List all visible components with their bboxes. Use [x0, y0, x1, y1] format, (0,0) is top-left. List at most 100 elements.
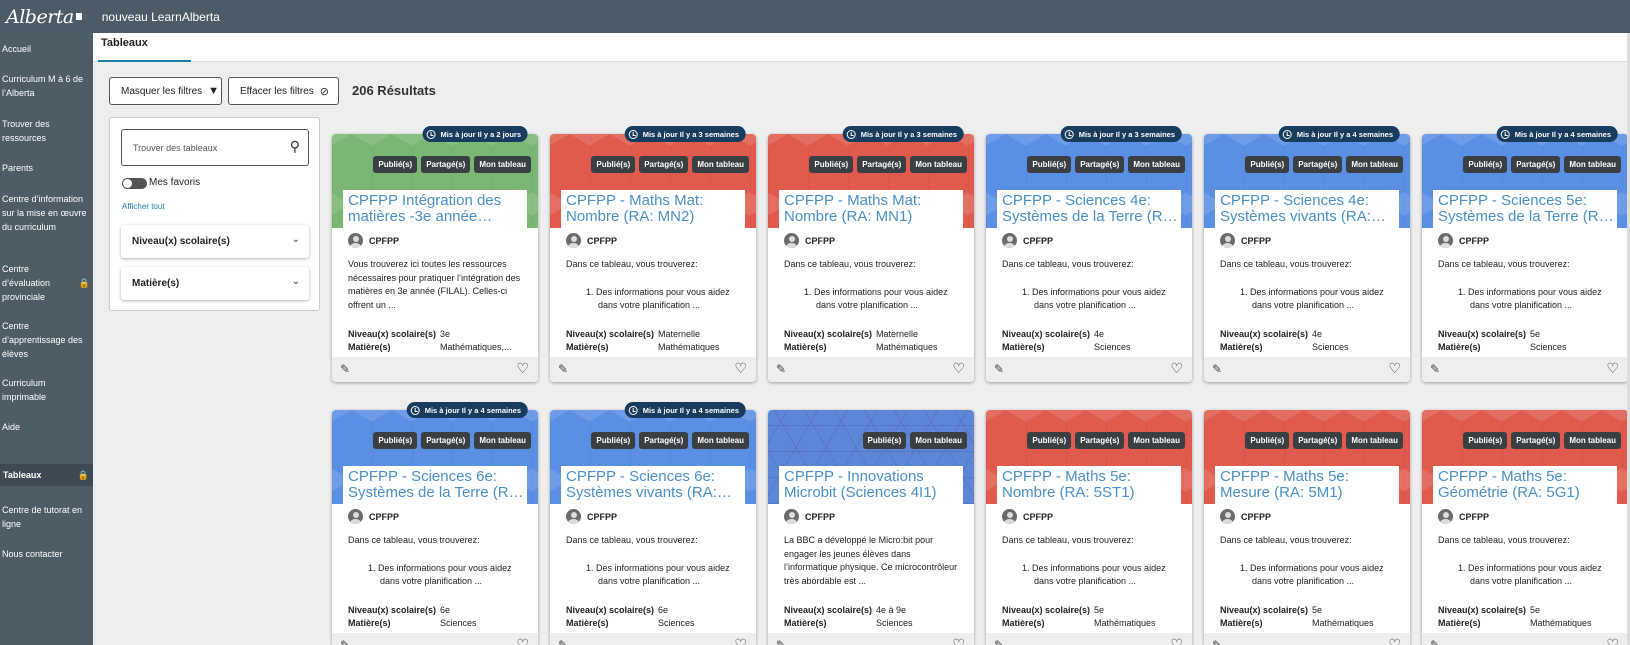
search-input[interactable]: Trouver des tableaux ⚲ [121, 129, 309, 166]
pencil-icon[interactable]: ✎ [558, 638, 568, 645]
card-title-box[interactable]: CPFPP - Maths 5e: Nombre (RA: 5ST1) [997, 466, 1181, 504]
board-card[interactable]: Publié(s) Partagé(s) Mon tableau CPFPP - Ma… [986, 410, 1192, 645]
board-card[interactable]: Publié(s) Partagé(s) Mon tableau CPFPP - Sc… [332, 410, 538, 645]
pencil-icon[interactable]: ✎ [1430, 638, 1440, 645]
card-title-box[interactable]: CPFPP - Maths 5e: Géométrie (RA: 5G1) [1433, 466, 1617, 504]
pencil-icon[interactable]: ✎ [1212, 362, 1222, 376]
card-title[interactable]: CPFPP - Maths 5e: Géométrie (RA: 5G1) [1438, 469, 1617, 501]
show-all-link[interactable]: Afficher tout [122, 202, 165, 211]
my-board-chip: Mon tableau [1346, 432, 1403, 449]
board-card[interactable]: Publié(s) Mon tableau CPFPP - Innovations … [768, 410, 974, 645]
shared-chip: Partagé(s) [421, 156, 471, 173]
card-title[interactable]: CPFPP Intégration des matières -3e année… [348, 193, 527, 225]
description-text: Dans ce tableau, vous trouverez: [566, 535, 698, 545]
card-title-box[interactable]: CPFPP - Innovations Microbit (Sciences 4… [779, 466, 963, 504]
sidebar-item-accueil[interactable]: Accueil [2, 42, 90, 56]
card-title[interactable]: CPFPP - Maths 5e: Mesure (RA: 5M1) [1220, 469, 1399, 501]
card-meta: Niveau(x) scolaire(s) 4e à 9e Matière(s) Sc… [784, 604, 913, 630]
pencil-icon[interactable]: ✎ [340, 362, 350, 376]
sidebar-item-tutorat[interactable]: Centre de tutorat en ligne [2, 503, 90, 531]
subject-value: Mathématiques [1530, 618, 1592, 628]
hide-filters-button[interactable]: Masquer les filtres ▼ [109, 77, 222, 105]
favorites-toggle[interactable] [122, 178, 147, 189]
board-card[interactable]: Publié(s) Partagé(s) Mon tableau CPFPP - Ma… [550, 134, 756, 382]
card-title-box[interactable]: CPFPP - Maths 5e: Mesure (RA: 5M1) [1215, 466, 1399, 504]
card-title[interactable]: CPFPP - Sciences 6e: Systèmes vivants (R… [566, 469, 745, 501]
logo-mark-icon [75, 13, 82, 20]
heart-outline-icon[interactable]: ♡ [952, 636, 965, 645]
heart-outline-icon[interactable]: ♡ [1170, 636, 1183, 645]
sidebar-item-apprentissage[interactable]: Centre d’apprentissage des élèves [2, 319, 90, 361]
board-card[interactable]: Publié(s) Partagé(s) Mon tableau CPFPP - Ma… [1422, 410, 1628, 645]
board-card[interactable]: Publié(s) Partagé(s) Mon tableau CPFPP Inté… [332, 134, 538, 382]
card-title[interactable]: CPFPP - Sciences 4e: Systèmes de la Terr… [1002, 193, 1181, 225]
card-title-box[interactable]: CPFPP - Maths Mat: Nombre (RA: MN2) [561, 190, 745, 228]
heart-outline-icon[interactable]: ♡ [734, 360, 747, 377]
board-card[interactable]: Publié(s) Partagé(s) Mon tableau CPFPP - Ma… [1204, 410, 1410, 645]
heart-outline-icon[interactable]: ♡ [516, 360, 529, 377]
heart-outline-icon[interactable]: ♡ [1606, 636, 1619, 645]
sidebar-item-centre-information[interactable]: Centre d’information sur la mise en œuvr… [2, 192, 90, 234]
subject-value: Sciences [1312, 342, 1349, 352]
board-card[interactable]: Publié(s) Partagé(s) Mon tableau CPFPP - Sc… [986, 134, 1192, 382]
grade-dropdown[interactable]: Niveau(x) scolaire(s) ⌄ [121, 225, 309, 258]
alberta-logo[interactable]: Alberta [6, 6, 74, 28]
card-title[interactable]: CPFPP - Sciences 5e: Systèmes de la Terr… [1438, 193, 1617, 225]
board-card[interactable]: Publié(s) Partagé(s) Mon tableau CPFPP - Ma… [768, 134, 974, 382]
card-title-box[interactable]: CPFPP - Sciences 4e: Systèmes de la Terr… [997, 190, 1181, 228]
pencil-icon[interactable]: ✎ [558, 362, 568, 376]
card-title[interactable]: CPFPP - Maths 5e: Nombre (RA: 5ST1) [1002, 469, 1181, 501]
card-title-box[interactable]: CPFPP Intégration des matières -3e année… [343, 190, 527, 228]
board-card[interactable]: Publié(s) Partagé(s) Mon tableau CPFPP - Sc… [1204, 134, 1410, 382]
heart-outline-icon[interactable]: ♡ [1606, 360, 1619, 377]
sidebar-item-aide[interactable]: Aide [2, 420, 90, 434]
pencil-icon[interactable]: ✎ [776, 638, 786, 645]
heart-outline-icon[interactable]: ♡ [952, 360, 965, 377]
card-title[interactable]: CPFPP - Maths Mat: Nombre (RA: MN1) [784, 193, 963, 225]
pencil-icon[interactable]: ✎ [776, 362, 786, 376]
pencil-icon[interactable]: ✎ [1212, 638, 1222, 645]
shared-chip: Partagé(s) [1293, 156, 1343, 173]
subject-label: Matière(s) [1438, 342, 1481, 352]
card-title[interactable]: CPFPP - Sciences 4e: Systèmes vivants (R… [1220, 193, 1399, 225]
tab-underline [98, 60, 191, 62]
board-card[interactable]: Publié(s) Partagé(s) Mon tableau CPFPP - Sc… [550, 410, 756, 645]
heart-outline-icon[interactable]: ♡ [516, 636, 529, 645]
subject-dropdown[interactable]: Matière(s) ⌄ [121, 267, 309, 300]
heart-outline-icon[interactable]: ♡ [1388, 360, 1401, 377]
description-text: Vous trouverez ici toutes les ressources… [348, 259, 521, 310]
sidebar-item-curriculum[interactable]: Curriculum M à 6 de l’Alberta [2, 72, 90, 100]
pencil-icon[interactable]: ✎ [994, 638, 1004, 645]
card-title[interactable]: CPFPP - Maths Mat: Nombre (RA: MN2) [566, 193, 745, 225]
card-title-box[interactable]: CPFPP - Maths Mat: Nombre (RA: MN1) [779, 190, 963, 228]
sidebar-item-parents[interactable]: Parents [2, 161, 90, 175]
card-title-box[interactable]: CPFPP - Sciences 4e: Systèmes vivants (R… [1215, 190, 1399, 228]
sidebar-item-imprimable[interactable]: Curriculum imprimable [2, 376, 90, 404]
clear-filters-button[interactable]: Effacer les filtres ⊘ [228, 77, 339, 105]
heart-outline-icon[interactable]: ♡ [1388, 636, 1401, 645]
pencil-icon[interactable]: ✎ [340, 638, 350, 645]
search-icon[interactable]: ⚲ [290, 138, 300, 155]
updated-badge: Mis à jour Il y a 3 semaines [842, 126, 964, 142]
grade-value: 5e [1530, 329, 1541, 339]
description-text: Dans ce tableau, vous trouverez: [348, 535, 480, 545]
heart-outline-icon[interactable]: ♡ [1170, 360, 1183, 377]
shared-chip: Partagé(s) [1511, 432, 1561, 449]
card-title[interactable]: CPFPP - Sciences 6e: Systèmes de la Terr… [348, 469, 527, 501]
published-chip: Publié(s) [591, 156, 636, 173]
sidebar-item-contact[interactable]: Nous contacter [2, 547, 90, 561]
app-title[interactable]: nouveau LearnAlberta [102, 10, 220, 24]
card-title[interactable]: CPFPP - Innovations Microbit (Sciences 4… [784, 469, 963, 501]
card-title-box[interactable]: CPFPP - Sciences 5e: Systèmes de la Terr… [1433, 190, 1617, 228]
sidebar-item-tableaux[interactable]: Tableaux 🔒 [0, 464, 93, 486]
card-title-box[interactable]: CPFPP - Sciences 6e: Systèmes de la Terr… [343, 466, 527, 504]
pencil-icon[interactable]: ✎ [1430, 362, 1440, 376]
pencil-icon[interactable]: ✎ [994, 362, 1004, 376]
sidebar-item-ressources[interactable]: Trouver des ressources [2, 117, 90, 145]
card-title-box[interactable]: CPFPP - Sciences 6e: Systèmes vivants (R… [561, 466, 745, 504]
sidebar-item-evaluation[interactable]: Centre d’évaluation provinciale 🔒 [2, 262, 90, 304]
description-list-item: 1. Des informations pour vous aidez dans… [804, 286, 948, 311]
board-card[interactable]: Publié(s) Partagé(s) Mon tableau CPFPP - Sc… [1422, 134, 1628, 382]
card-footer: ✎ ♡ [1204, 633, 1410, 645]
heart-outline-icon[interactable]: ♡ [734, 636, 747, 645]
